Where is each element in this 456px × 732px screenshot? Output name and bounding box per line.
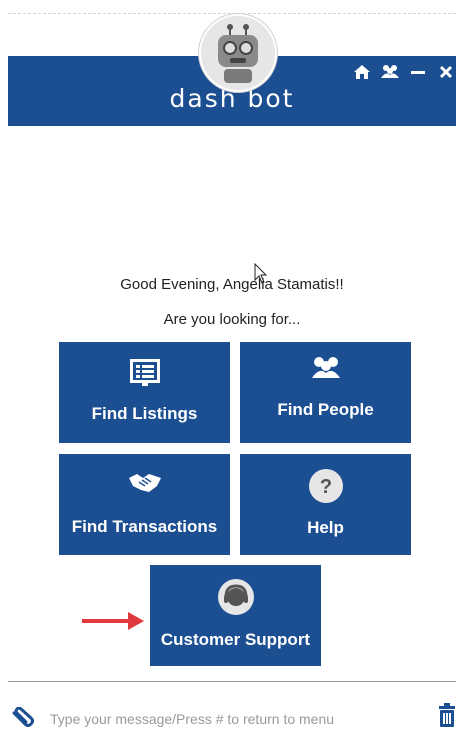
customer-support-button[interactable]: Customer Support: [150, 565, 321, 666]
minimize-icon[interactable]: [408, 62, 428, 82]
find-listings-label: Find Listings: [91, 404, 198, 423]
headset-icon: [150, 578, 321, 616]
customer-support-label: Customer Support: [160, 630, 311, 649]
greeting-text: Good Evening, Angelia Stamatis!!: [120, 276, 344, 293]
paperclip-icon[interactable]: [11, 706, 35, 732]
find-transactions-button[interactable]: Find Transactions: [59, 454, 230, 555]
help-label: Help: [307, 518, 344, 537]
listing-icon: [59, 357, 230, 387]
close-icon[interactable]: [436, 62, 456, 82]
help-button[interactable]: ? Help: [240, 454, 411, 555]
svg-text:?: ?: [319, 476, 331, 498]
robot-icon: [218, 24, 258, 83]
find-people-button[interactable]: Find People: [240, 342, 411, 443]
find-people-label: Find People: [277, 400, 374, 419]
question-icon: ?: [240, 468, 411, 504]
trash-icon[interactable]: [438, 703, 456, 732]
find-transactions-label: Find Transactions: [71, 517, 218, 536]
message-input[interactable]: [50, 706, 380, 732]
people-icon: [240, 356, 411, 380]
header-controls: [352, 62, 456, 82]
people-icon[interactable]: [380, 62, 400, 82]
find-listings-button[interactable]: Find Listings: [59, 342, 230, 443]
bot-avatar: [199, 14, 277, 92]
composer-divider: [8, 681, 456, 682]
annotation-arrow-icon: [80, 610, 146, 637]
home-icon[interactable]: [352, 62, 372, 82]
menu-prompt: Are you looking for...: [163, 311, 301, 328]
handshake-icon: [59, 470, 230, 494]
